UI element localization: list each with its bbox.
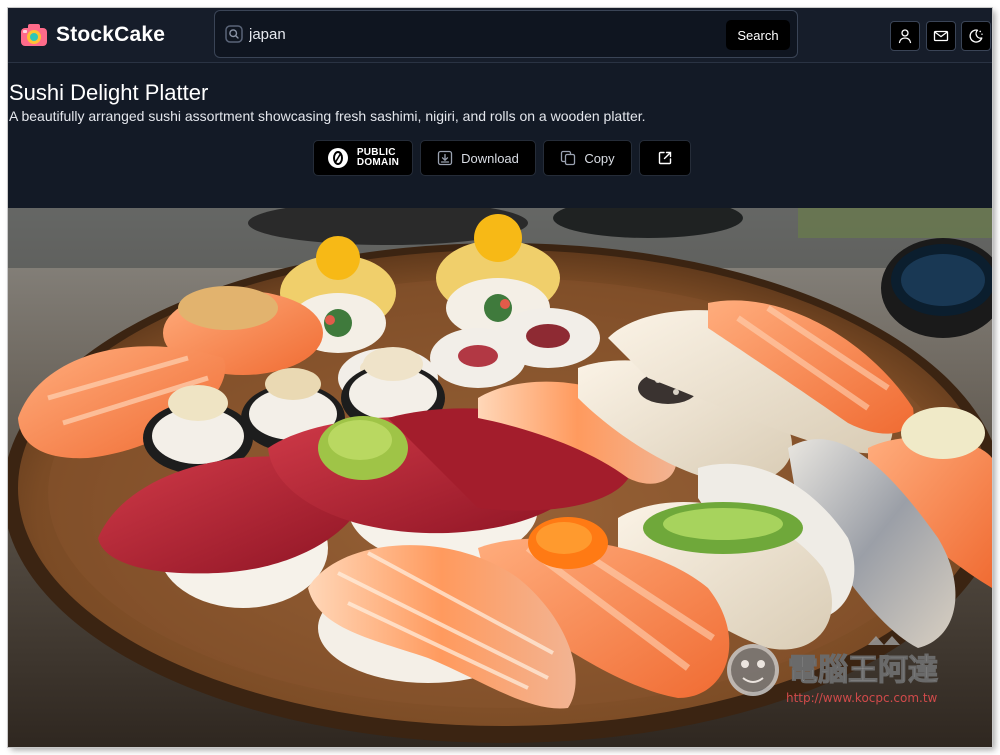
external-link-icon [658,151,672,165]
logo[interactable]: StockCake [20,20,165,50]
camera-icon [21,24,47,46]
download-button[interactable]: Download [420,140,536,176]
theme-toggle-icon [969,29,983,43]
account-button[interactable] [890,21,920,51]
public-domain-badge[interactable]: PUBLIC DOMAIN [313,140,413,176]
download-icon [437,150,453,166]
search-button[interactable]: Search [726,20,790,50]
download-label: Download [461,150,519,166]
copy-label: Copy [584,150,615,166]
open-external-button[interactable] [639,140,691,176]
page-title: Sushi Delight Platter [9,80,209,105]
watermark-url: http://www.kocpc.com.tw [786,691,938,705]
image-description: A beautifully arranged sushi assortment … [9,108,646,124]
license-label: PUBLIC DOMAIN [357,148,399,168]
theme-toggle-button[interactable] [961,21,991,51]
license-line-2: DOMAIN [356,157,400,168]
brand-name: StockCake [56,23,166,46]
public-domain-icon [327,148,348,168]
search-icon [225,25,243,43]
search-bar: Search [214,10,798,58]
browser-frame: StockCake Search [8,8,992,747]
copy-icon [560,150,576,166]
contact-button[interactable] [926,21,956,51]
search-input[interactable] [249,23,709,45]
user-icon [898,29,912,44]
copy-button[interactable]: Copy [543,140,632,176]
watermark-text: 電腦王阿達 [788,653,938,688]
mail-icon [933,30,949,42]
stock-photo[interactable]: 電腦王阿達 http://www.kocpc.com.tw [8,208,992,747]
top-navigation-bar: StockCake Search [8,8,992,63]
